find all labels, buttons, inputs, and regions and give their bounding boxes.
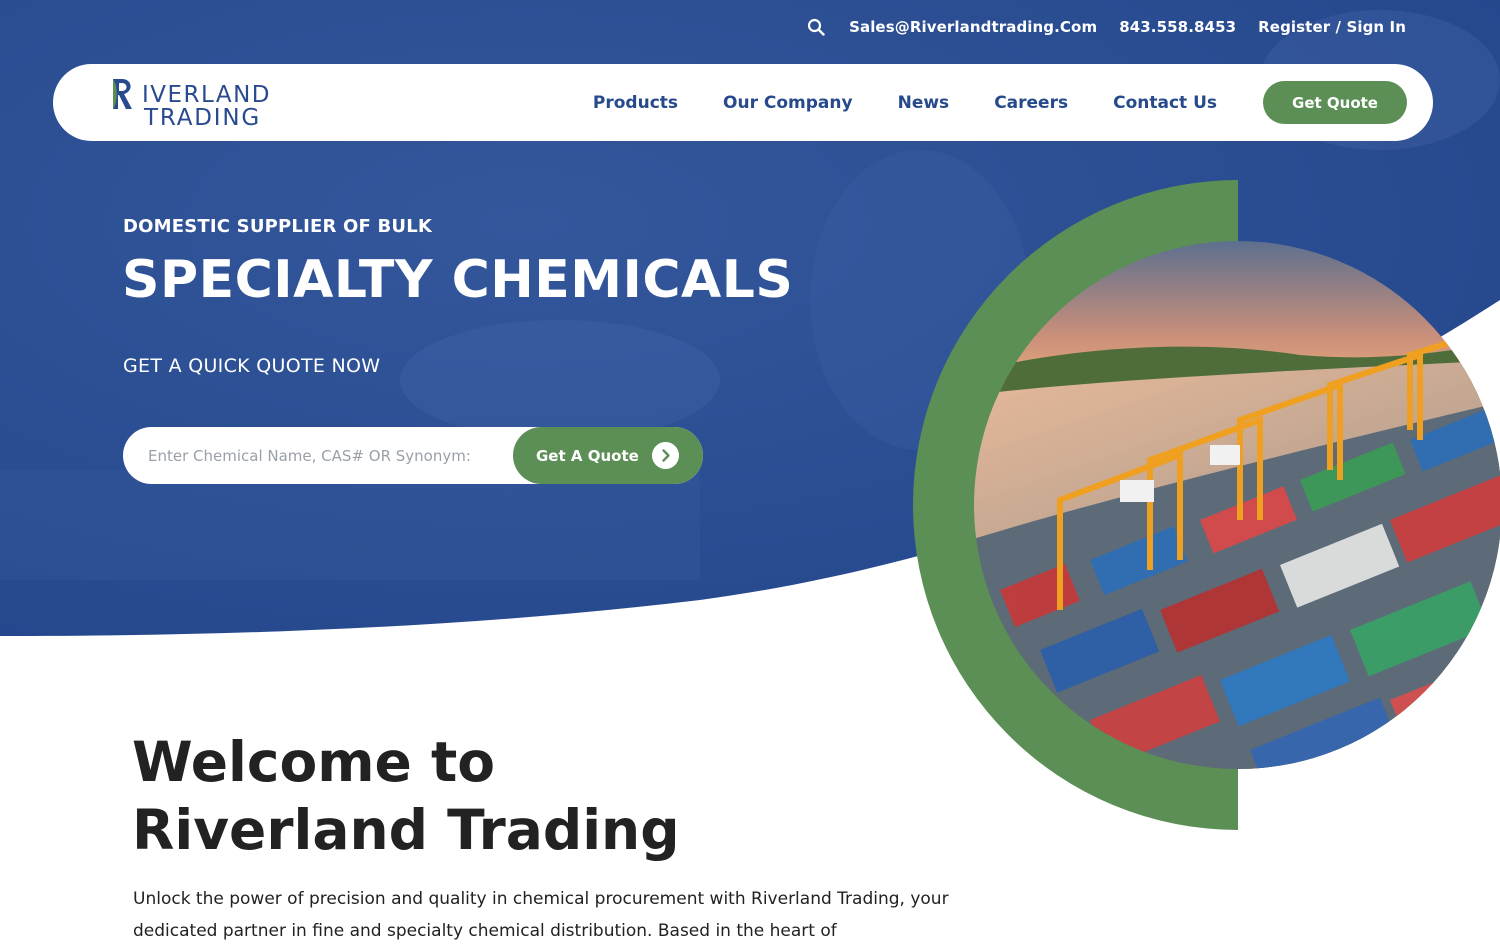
hero-kicker: DOMESTIC SUPPLIER OF BULK: [123, 216, 433, 237]
welcome-title-line2: Riverland Trading: [132, 798, 680, 862]
get-a-quote-label: Get A Quote: [536, 446, 639, 465]
hero-subhead: GET A QUICK QUOTE NOW: [123, 355, 381, 377]
search-icon[interactable]: [807, 18, 825, 36]
logo-text-line2: TRADING: [144, 105, 261, 131]
nav-item-careers[interactable]: Careers: [994, 93, 1068, 113]
welcome-title: Welcome to Riverland Trading: [132, 728, 832, 864]
quote-search-form: Get A Quote: [123, 427, 703, 484]
phone-link[interactable]: 843.558.8453: [1119, 18, 1236, 36]
nav-item-contact-us[interactable]: Contact Us: [1113, 93, 1217, 113]
hero-headline: SPECIALTY CHEMICALS: [122, 250, 794, 310]
register-sign-in-link[interactable]: Register / Sign In: [1258, 18, 1406, 36]
chevron-right-icon: [652, 442, 679, 469]
welcome-body: Unlock the power of precision and qualit…: [133, 889, 949, 941]
nav-item-products[interactable]: Products: [593, 93, 678, 113]
nav-item-our-company[interactable]: Our Company: [723, 93, 853, 113]
welcome-title-line1: Welcome to: [132, 730, 496, 794]
get-a-quote-button[interactable]: Get A Quote: [513, 427, 703, 484]
nav-item-news[interactable]: News: [898, 93, 950, 113]
logo-r-mark-icon: [113, 79, 132, 109]
nav-menu: Products Our Company News Careers Contac…: [593, 64, 1217, 141]
logo[interactable]: IVERLAND TRADING: [110, 77, 300, 131]
get-quote-button[interactable]: Get Quote: [1263, 81, 1407, 124]
email-link[interactable]: Sales@Riverlandtrading.Com: [849, 18, 1097, 36]
chemical-search-input[interactable]: [123, 427, 523, 484]
main-navigation: IVERLAND TRADING Products Our Company Ne…: [53, 64, 1433, 141]
utility-bar: Sales@Riverlandtrading.Com 843.558.8453 …: [807, 18, 1406, 36]
